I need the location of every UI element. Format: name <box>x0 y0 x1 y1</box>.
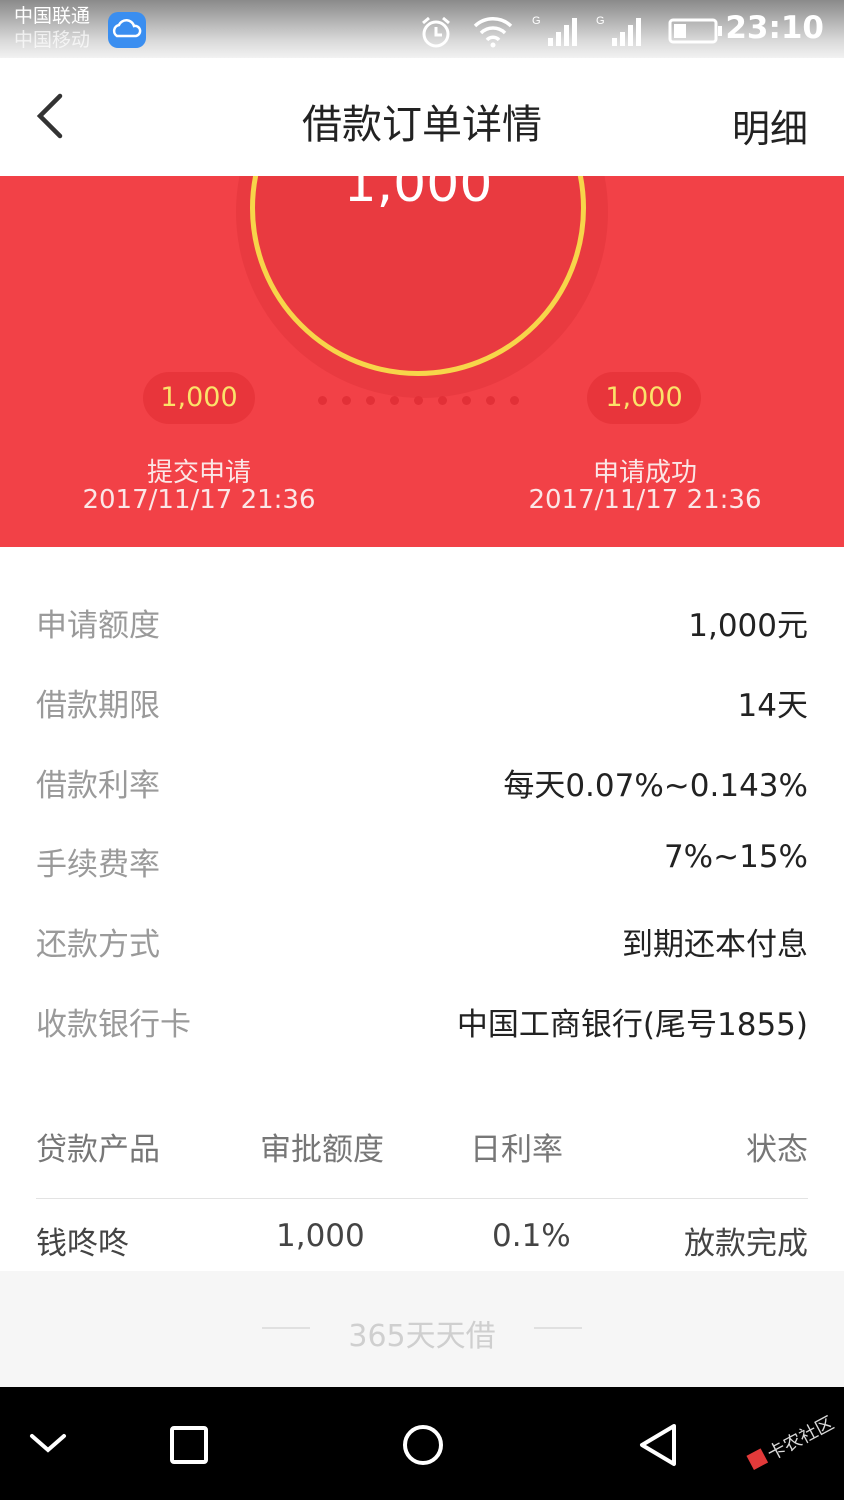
loan-summary-banner: 1,000 1,000 1,000 提交申请 2017/11/17 21:36 … <box>0 176 844 547</box>
progress-dot <box>438 396 447 405</box>
signal-icon: G <box>596 15 641 46</box>
status-time: 23:10 <box>725 10 824 46</box>
table-cell: 钱咚咚 <box>36 1226 129 1262</box>
battery-icon <box>668 18 722 44</box>
detail-link[interactable]: 明细 <box>732 98 808 153</box>
progress-dot <box>510 396 519 405</box>
step-amount-badge: 1,000 <box>587 372 701 424</box>
progress-dot <box>462 396 471 405</box>
detail-label: 借款期限 <box>36 688 160 724</box>
footer-brand: 365天天借 <box>348 1319 496 1354</box>
page-title: 借款订单详情 <box>302 102 542 148</box>
detail-label: 申请额度 <box>36 608 160 644</box>
detail-label: 手续费率 <box>36 847 160 883</box>
recents-square-icon[interactable] <box>168 1424 210 1466</box>
progress-dots <box>318 390 534 409</box>
loan-amount: 1,000 <box>343 176 493 214</box>
detail-value: 14天 <box>737 688 808 724</box>
table-header: 审批额度 <box>260 1132 384 1168</box>
detail-value: 中国工商银行(尾号1855) <box>456 1007 808 1043</box>
carrier-primary: 中国联通 <box>14 5 91 27</box>
progress-dot <box>486 396 495 405</box>
back-triangle-icon[interactable] <box>636 1422 680 1468</box>
table-cell: 0.1% <box>492 1218 571 1254</box>
home-circle-icon[interactable] <box>400 1422 446 1468</box>
detail-value: 1,000元 <box>688 608 808 644</box>
step-amount-badge: 1,000 <box>143 372 255 424</box>
weather-cloud-icon <box>108 12 146 48</box>
detail-label: 还款方式 <box>36 927 160 963</box>
detail-label: 收款银行卡 <box>36 1007 191 1043</box>
table-header: 日利率 <box>470 1132 563 1168</box>
table-header: 贷款产品 <box>36 1132 160 1168</box>
svg-text:G: G <box>532 15 541 27</box>
wifi-icon <box>473 17 513 48</box>
detail-value: 每天0.07%~0.143% <box>503 768 808 804</box>
progress-dot <box>366 396 375 405</box>
step-date: 2017/11/17 21:36 <box>82 485 316 515</box>
step-label-approved: 申请成功 <box>592 458 697 488</box>
table-cell: 放款完成 <box>684 1226 808 1262</box>
detail-value: 到期还本付息 <box>622 927 808 963</box>
svg-text:卡农社区: 卡农社区 <box>764 1413 837 1465</box>
table-divider <box>36 1198 808 1199</box>
table-header: 状态 <box>746 1132 808 1168</box>
alarm-icon <box>422 16 450 48</box>
step-label-submitted: 提交申请 <box>146 458 251 488</box>
table-cell: 1,000 <box>276 1218 365 1254</box>
progress-dot <box>414 396 423 405</box>
signal-icon: G <box>532 15 577 46</box>
step-date: 2017/11/17 21:36 <box>528 485 762 515</box>
svg-text:G: G <box>596 15 605 27</box>
detail-label: 借款利率 <box>36 768 160 804</box>
watermark-logo: 卡农社区 <box>746 1413 838 1470</box>
chevron-down-icon[interactable] <box>28 1428 68 1458</box>
carrier-secondary: 中国移动 <box>14 30 91 50</box>
detail-value: 7%~15% <box>663 839 808 875</box>
progress-dot <box>342 396 351 405</box>
progress-dot <box>318 396 327 405</box>
progress-dot <box>390 396 399 405</box>
